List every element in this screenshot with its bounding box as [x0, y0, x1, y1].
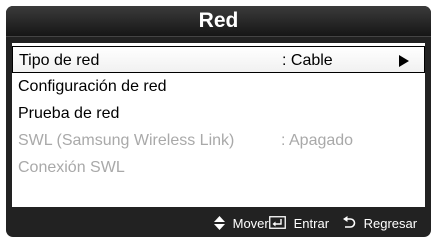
enter-key-icon	[269, 216, 286, 233]
up-down-arrows-icon	[214, 216, 225, 234]
network-menu-window: Red Tipo de red : Cable Configuración de…	[6, 6, 431, 237]
hint-enter: Entrar	[269, 216, 329, 232]
menu-item-network-test[interactable]: Prueba de red	[12, 100, 425, 127]
hint-move-label: Mover	[232, 216, 269, 231]
menu-panel: Tipo de red : Cable Configuración de red…	[12, 43, 425, 207]
play-arrow-icon	[399, 55, 409, 67]
hint-back: Regresar	[342, 216, 417, 232]
swl-connection-label: Conexión SWL	[18, 159, 125, 176]
swl-value: : Apagado	[281, 132, 354, 149]
hint-enter-label: Entrar	[293, 216, 330, 231]
swl-label: SWL (Samsung Wireless Link)	[18, 132, 235, 149]
menu-item-network-type[interactable]: Tipo de red : Cable	[12, 46, 425, 73]
return-arrow-icon	[342, 216, 356, 234]
network-test-label: Prueba de red	[18, 105, 120, 122]
network-type-value: : Cable	[282, 52, 333, 69]
network-type-label: Tipo de red	[19, 52, 100, 69]
menu-title: Red	[198, 9, 239, 32]
hint-move: Mover	[214, 216, 269, 232]
network-settings-label: Configuración de red	[18, 78, 167, 95]
menu-item-swl: SWL (Samsung Wireless Link) : Apagado	[12, 127, 425, 154]
menu-item-swl-connection: Conexión SWL	[12, 154, 425, 181]
footer-hints: Mover Entrar Regresar	[6, 209, 431, 237]
title-bar: Red	[6, 6, 431, 37]
menu-item-network-settings[interactable]: Configuración de red	[12, 73, 425, 100]
hint-back-label: Regresar	[363, 216, 418, 231]
